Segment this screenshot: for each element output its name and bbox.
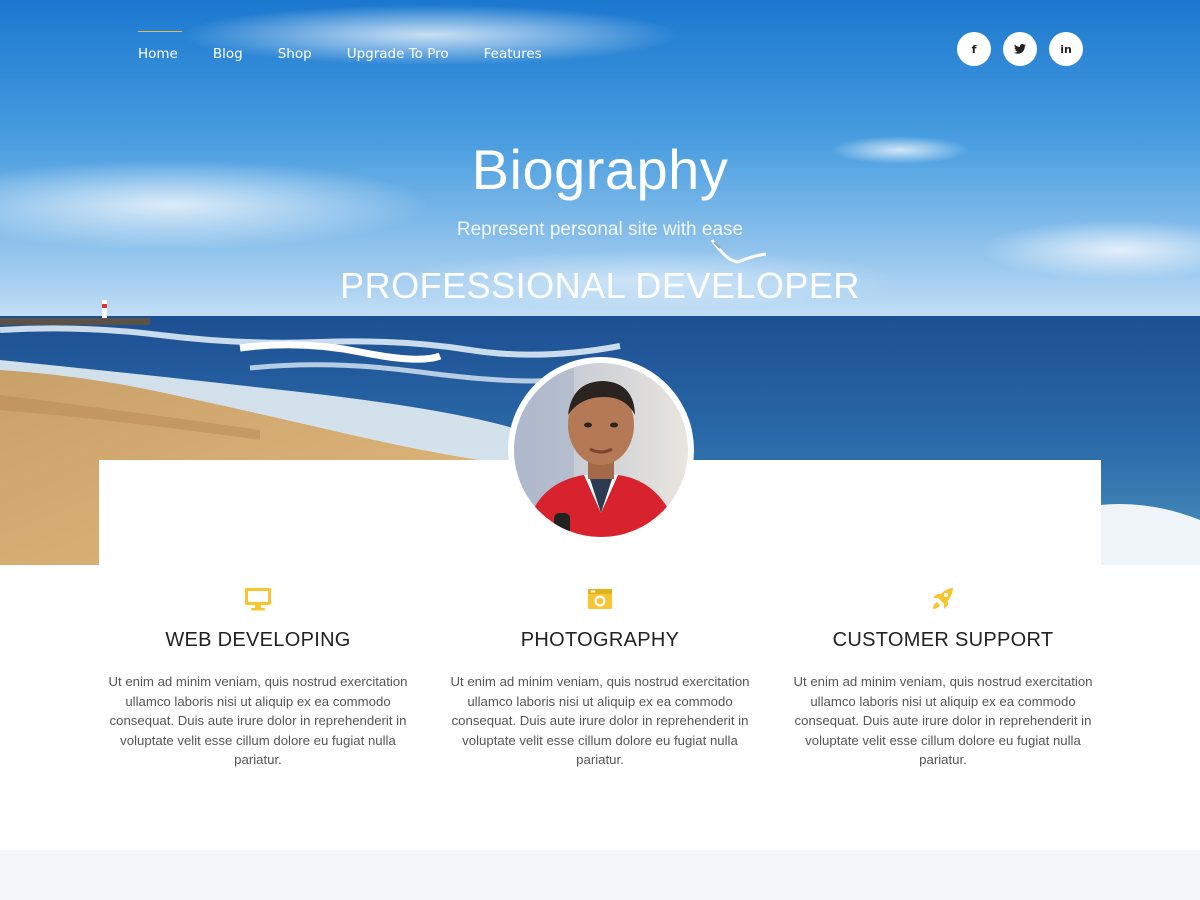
site-title: Biography: [471, 138, 729, 201]
nav-item-blog[interactable]: Blog: [213, 28, 243, 62]
rocket-icon: [933, 588, 953, 609]
feature-title: PHOTOGRAPHY: [520, 629, 680, 651]
feature-description: Ut enim ad minim veniam, quis nostrud ex…: [793, 674, 1093, 767]
features-section: WEB DEVELOPING Ut enim ad minim veniam, …: [0, 565, 1200, 850]
site-tagline: Represent personal site with ease: [456, 219, 744, 240]
feature-title: CUSTOMER SUPPORT: [832, 629, 1054, 651]
main-nav: Home Blog Shop Upgrade To Pro Features: [138, 28, 577, 68]
monitor-icon: [245, 588, 271, 611]
social-links: f in: [957, 32, 1083, 66]
feature-description: Ut enim ad minim veniam, quis nostrud ex…: [450, 674, 750, 767]
facebook-button[interactable]: f: [957, 32, 991, 66]
camera-icon: [588, 589, 612, 609]
next-section-strip: [0, 850, 1200, 900]
twitter-icon: [1014, 44, 1026, 54]
linkedin-button[interactable]: in: [1049, 32, 1083, 66]
profile-photo: [514, 363, 688, 537]
feature-title: WEB DEVELOPING: [165, 629, 351, 651]
page: Home Blog Shop Upgrade To Pro Features f…: [0, 0, 1200, 900]
nav-item-upgrade-to-pro[interactable]: Upgrade To Pro: [347, 28, 449, 62]
feature-description: Ut enim ad minim veniam, quis nostrud ex…: [108, 674, 408, 767]
avatar: [508, 357, 694, 543]
nav-item-home[interactable]: Home: [138, 28, 182, 62]
twitter-button[interactable]: [1003, 32, 1037, 66]
facebook-icon: f: [971, 42, 977, 56]
hero-role-heading: PROFESSIONAL DEVELOPER: [340, 265, 860, 306]
nav-item-features[interactable]: Features: [484, 28, 542, 62]
nav-item-shop[interactable]: Shop: [278, 28, 312, 62]
linkedin-icon: in: [1060, 42, 1072, 56]
